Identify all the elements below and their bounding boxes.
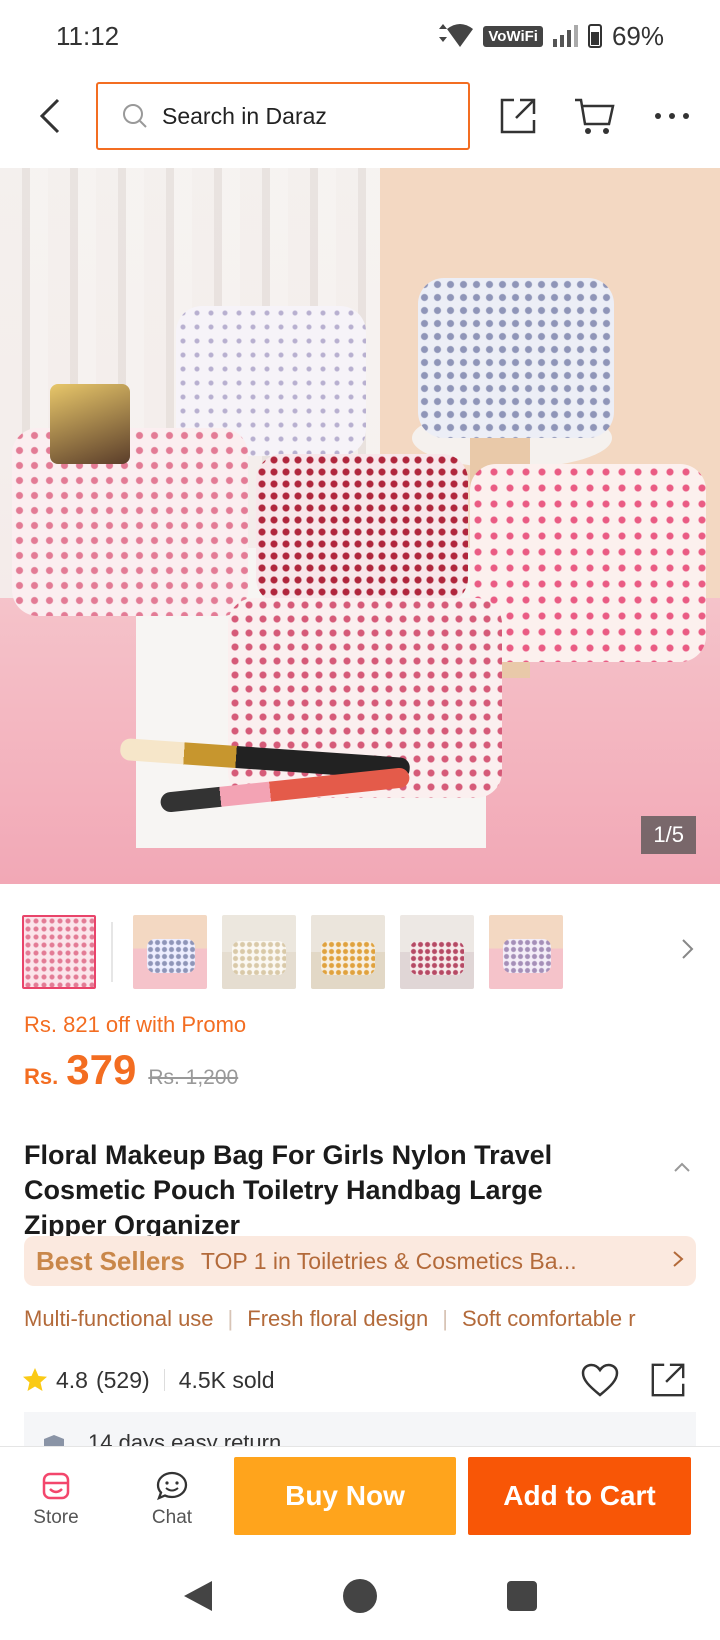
back-icon[interactable] [28,94,72,138]
image-bag-pink-right [470,464,706,662]
highlight-divider: | [227,1306,234,1331]
highlight-item: Fresh floral design [247,1306,429,1331]
thumbnail-strip [22,914,702,990]
product-image[interactable]: 1/5 [0,168,720,884]
best-sellers-text: TOP 1 in Toiletries & Cosmetics Ba... [200,1247,577,1274]
image-counter: 1/5 [641,816,696,854]
image-brush-cup [50,384,130,464]
nav-home-icon[interactable] [338,1574,382,1618]
search-input[interactable]: Search in Daraz [96,82,470,150]
thumbnail-3[interactable] [222,915,296,989]
price-currency: Rs. [24,1064,59,1089]
wifi-icon [439,24,474,47]
cart-icon[interactable] [572,94,616,138]
status-icons: VoWiFi 69% [433,21,664,52]
price-original: Rs. 1,200 [148,1066,239,1089]
battery-icon [587,24,602,48]
price-row: Rs. 379 Rs. 1,200 [24,1046,238,1094]
image-bag-red [256,454,468,604]
highlight-item: Multi-functional use [24,1306,214,1331]
battery-percent: 69% [611,20,664,51]
sold-count: 4.5K sold [178,1366,275,1393]
rating-divider [163,1369,165,1391]
top-header: Search in Daraz [0,80,720,152]
promo-text: Rs. 821 off with Promo [24,1012,247,1037]
store-icon [42,1472,70,1500]
rating-row: 4.8 (529) 4.5K sold [22,1360,698,1400]
product-title: Floral Makeup Bag For Girls Nylon Travel… [24,1140,553,1240]
chevron-right-icon[interactable] [680,936,694,967]
thumbnail-2[interactable] [133,915,207,989]
signal-icon [552,25,578,47]
system-nav-bar [0,1552,720,1640]
rating-score: 4.8 [56,1366,88,1393]
thumbnail-1[interactable] [22,915,96,989]
thumbnail-5[interactable] [400,915,474,989]
image-bag-blue [418,278,614,438]
return-policy-row[interactable]: 14 days easy return [24,1412,696,1448]
search-icon [123,104,147,128]
add-to-cart-button[interactable]: Add to Cart [468,1457,691,1535]
best-sellers-banner[interactable]: Best Sellers TOP 1 in Toiletries & Cosme… [24,1236,696,1286]
bottom-action-bar: Store Chat Buy Now Add to Cart [0,1446,720,1552]
rating-reviews[interactable]: (529) [96,1367,150,1394]
store-label: Store [33,1507,79,1528]
nav-recents-icon[interactable] [500,1574,544,1618]
highlight-item: Soft comfortable r [461,1306,636,1331]
heart-icon[interactable] [580,1360,620,1400]
price-current: 379 [66,1046,137,1093]
thumbnail-4[interactable] [311,915,385,989]
star-icon [23,1368,47,1391]
chat-button[interactable]: Chat [132,1471,212,1529]
product-highlights: Multi-functional use | Fresh floral desi… [24,1306,720,1332]
chat-icon [156,1471,188,1501]
status-time: 11:12 [56,20,120,51]
share-icon[interactable] [496,94,540,138]
share-icon[interactable] [648,1360,688,1400]
more-icon[interactable] [650,94,694,138]
search-placeholder: Search in Daraz [162,102,327,129]
best-sellers-badge: Best Sellers [36,1245,185,1276]
chat-label: Chat [151,1507,193,1528]
vowifi-badge: VoWiFi [483,25,543,47]
thumbnail-divider [111,922,113,982]
image-bag-pink-left [12,428,248,616]
nav-back-icon[interactable] [176,1574,220,1618]
thumbnail-6[interactable] [489,915,563,989]
chevron-up-icon[interactable] [670,1156,694,1180]
status-bar: 11:12 VoWiFi 69% [0,0,720,72]
highlight-divider: | [442,1306,448,1331]
buy-now-button[interactable]: Buy Now [234,1457,456,1535]
chevron-right-icon [672,1248,684,1274]
store-button[interactable]: Store [16,1471,96,1529]
